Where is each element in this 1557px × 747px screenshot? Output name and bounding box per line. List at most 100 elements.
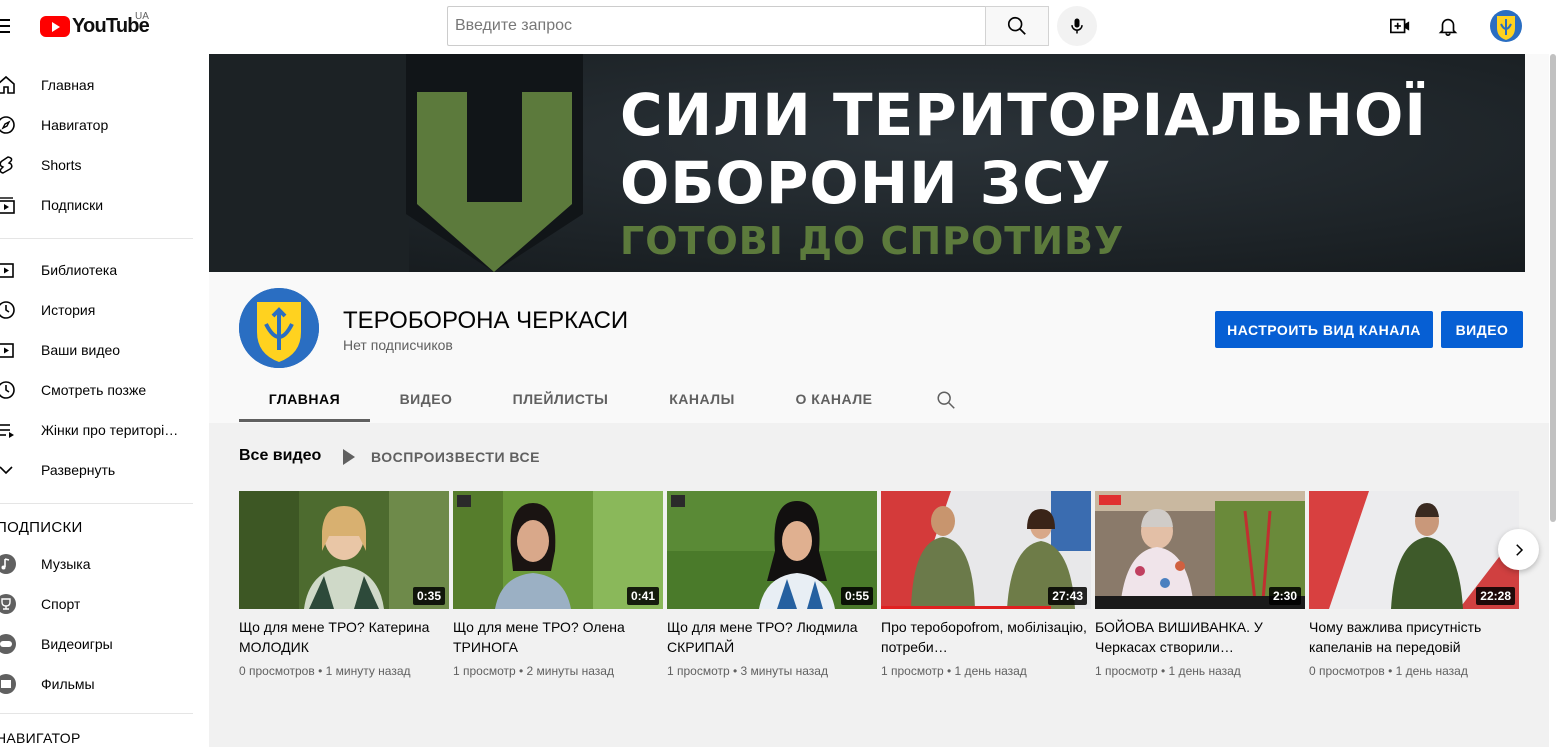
tab-channels[interactable]: КАНАЛЫ (655, 376, 749, 422)
subscriptions-icon (0, 197, 15, 214)
banner-title-line1: СИЛИ ТЕРИТОРІАЛЬНОЇ (620, 81, 1427, 149)
sidebar-item-playlist[interactable]: Жінки про територіальну оборону (0, 410, 209, 450)
video-title[interactable]: Що для мене ТРО? Катерина МОЛОДИК (239, 617, 449, 657)
video-thumbnail[interactable]: 2:30 (1095, 491, 1305, 609)
manage-videos-button[interactable]: ВИДЕО (1441, 311, 1523, 348)
sidebar-item-your-videos[interactable]: Ваши видео (0, 330, 209, 370)
sidebar-item-label: Подписки (41, 197, 104, 213)
film-icon (0, 674, 16, 694)
sidebar-item-home[interactable]: Главная (0, 65, 209, 105)
menu-icon[interactable] (0, 14, 16, 38)
subscriptions-section-title: ПОДПИСКИ (0, 519, 83, 536)
sidebar-item-label: Фильмы (41, 676, 95, 692)
search-button[interactable] (985, 6, 1049, 46)
bell-icon[interactable] (1436, 14, 1460, 38)
sidebar-item-music[interactable]: Музыка (0, 544, 209, 584)
avatar[interactable] (1490, 10, 1522, 42)
sidebar-item-subscriptions[interactable]: Подписки (0, 185, 209, 225)
sidebar-item-gaming[interactable]: Видеоигры (0, 624, 209, 664)
home-icon (0, 75, 15, 94)
watch-progress-bar (881, 606, 1051, 609)
search-input[interactable] (447, 6, 986, 46)
sidebar-item-label: Видеоигры (41, 636, 113, 652)
sidebar-item-shorts[interactable]: Shorts (0, 145, 209, 185)
chevron-right-icon (1515, 543, 1523, 556)
video-card[interactable]: 2:30 БОЙОВА ВИШИВАНКА. У Черкасах створи… (1095, 491, 1305, 678)
video-title[interactable]: Що для мене ТРО? Людмила СКРИПАЙ (667, 617, 877, 657)
voice-search-button[interactable] (1057, 6, 1097, 46)
sidebar-item-movies[interactable]: Фильмы (0, 664, 209, 704)
channel-search-icon[interactable] (935, 389, 957, 411)
top-bar: YouTube UA (0, 0, 1557, 54)
library-icon (0, 263, 14, 278)
sidebar-item-history[interactable]: История (0, 290, 209, 330)
channel-banner: СИЛИ ТЕРИТОРІАЛЬНОЇ ОБОРОНИ ЗСУ ГОТОВІ Д… (209, 54, 1525, 272)
channel-avatar (239, 288, 319, 368)
video-thumbnail[interactable]: 22:28 (1309, 491, 1519, 609)
sidebar-item-label: Ваши видео (41, 342, 121, 358)
video-thumbnail[interactable]: 0:41 (453, 491, 663, 609)
tab-about[interactable]: О КАНАЛЕ (782, 376, 886, 422)
sidebar-item-label: Навигатор (41, 117, 109, 133)
create-video-icon[interactable] (1388, 14, 1412, 38)
video-thumbnail[interactable]: 0:35 (239, 491, 449, 609)
tab-playlists[interactable]: ПЛЕЙЛИСТЫ (500, 376, 621, 422)
tab-home[interactable]: ГЛАВНАЯ (239, 376, 370, 422)
youtube-logo[interactable]: YouTube UA (40, 11, 150, 38)
video-title[interactable]: Чому важлива присутність капеланів на пе… (1309, 617, 1519, 657)
video-duration: 0:41 (626, 587, 659, 605)
tab-videos[interactable]: ВИДЕО (385, 376, 467, 422)
watch-later-icon (0, 381, 15, 399)
play-all-button[interactable]: ВОСПРОИЗВЕСТИ ВСЕ (343, 447, 540, 467)
sidebar-item-sports[interactable]: Спорт (0, 584, 209, 624)
video-title[interactable]: Що для мене ТРО? Олена ТРИНОГА (453, 617, 663, 657)
shelf-next-button[interactable] (1498, 529, 1539, 570)
region-code: UA (135, 11, 149, 22)
sidebar-item-label: Жінки про територіальну оборону (41, 422, 186, 438)
customize-channel-button[interactable]: НАСТРОИТЬ ВИД КАНАЛА (1215, 311, 1433, 348)
video-thumbnail[interactable]: 0:55 (667, 491, 877, 609)
gamepad-icon (0, 634, 16, 654)
mic-icon (1071, 18, 1083, 34)
sidebar-item-show-more[interactable]: Развернуть (0, 450, 209, 490)
sidebar-item-explore[interactable]: Навигатор (0, 105, 209, 145)
video-card[interactable]: 22:28 Чому важлива присутність капеланів… (1309, 491, 1519, 678)
sidebar-item-library[interactable]: Библиотека (0, 250, 209, 290)
scrollbar-thumb[interactable] (1550, 54, 1556, 522)
sidebar-item-watch-later[interactable]: Смотреть позже (0, 370, 209, 410)
trophy-icon (0, 594, 16, 614)
play-icon (343, 449, 355, 465)
video-title[interactable]: Про теробороfrom, мобілізацію, потреби… (881, 617, 1091, 657)
video-duration: 27:43 (1048, 587, 1087, 605)
video-duration: 2:30 (1268, 587, 1301, 605)
video-duration: 0:55 (840, 587, 873, 605)
video-card[interactable]: 0:55 Що для мене ТРО? Людмила СКРИПАЙ 1 … (667, 491, 877, 678)
sidebar-divider (0, 503, 193, 504)
sidebar-item-label: История (41, 302, 96, 318)
video-card[interactable]: 0:35 Що для мене ТРО? Катерина МОЛОДИК 0… (239, 491, 449, 678)
playlist-icon (0, 424, 14, 438)
music-icon (0, 554, 16, 574)
video-meta: 0 просмотров • 1 день назад (1309, 664, 1468, 678)
shelf-title[interactable]: Все видео (239, 447, 321, 465)
video-duration: 22:28 (1476, 587, 1515, 605)
active-tab-indicator (239, 419, 370, 422)
video-meta: 1 просмотр • 1 день назад (881, 664, 1027, 678)
sidebar-item-label: Музыка (41, 556, 91, 572)
video-title[interactable]: БОЙОВА ВИШИВАНКА. У Черкасах створили… (1095, 617, 1305, 657)
youtube-play-icon (40, 15, 70, 37)
channel-name: ТЕРОБОРОНА ЧЕРКАСИ (343, 307, 629, 334)
video-thumbnail[interactable]: 27:43 (881, 491, 1091, 609)
video-card[interactable]: 27:43 Про теробороfrom, мобілізацію, пот… (881, 491, 1091, 678)
compass-icon (0, 116, 15, 134)
sidebar: Главная Навигатор Shorts Подписки Библио… (0, 54, 209, 747)
banner-slogan: ГОТОВІ ДО СПРОТИВУ (620, 219, 1125, 263)
video-meta: 1 просмотр • 1 день назад (1095, 664, 1241, 678)
video-card[interactable]: 0:41 Що для мене ТРО? Олена ТРИНОГА 1 пр… (453, 491, 663, 678)
sidebar-item-label: Shorts (41, 157, 82, 173)
subscriber-count: Нет подписчиков (343, 337, 453, 353)
video-meta: 1 просмотр • 2 минуты назад (453, 664, 614, 678)
sidebar-item-label: Смотреть позже (41, 382, 147, 398)
shorts-icon (0, 156, 13, 174)
search-box (447, 6, 1049, 46)
